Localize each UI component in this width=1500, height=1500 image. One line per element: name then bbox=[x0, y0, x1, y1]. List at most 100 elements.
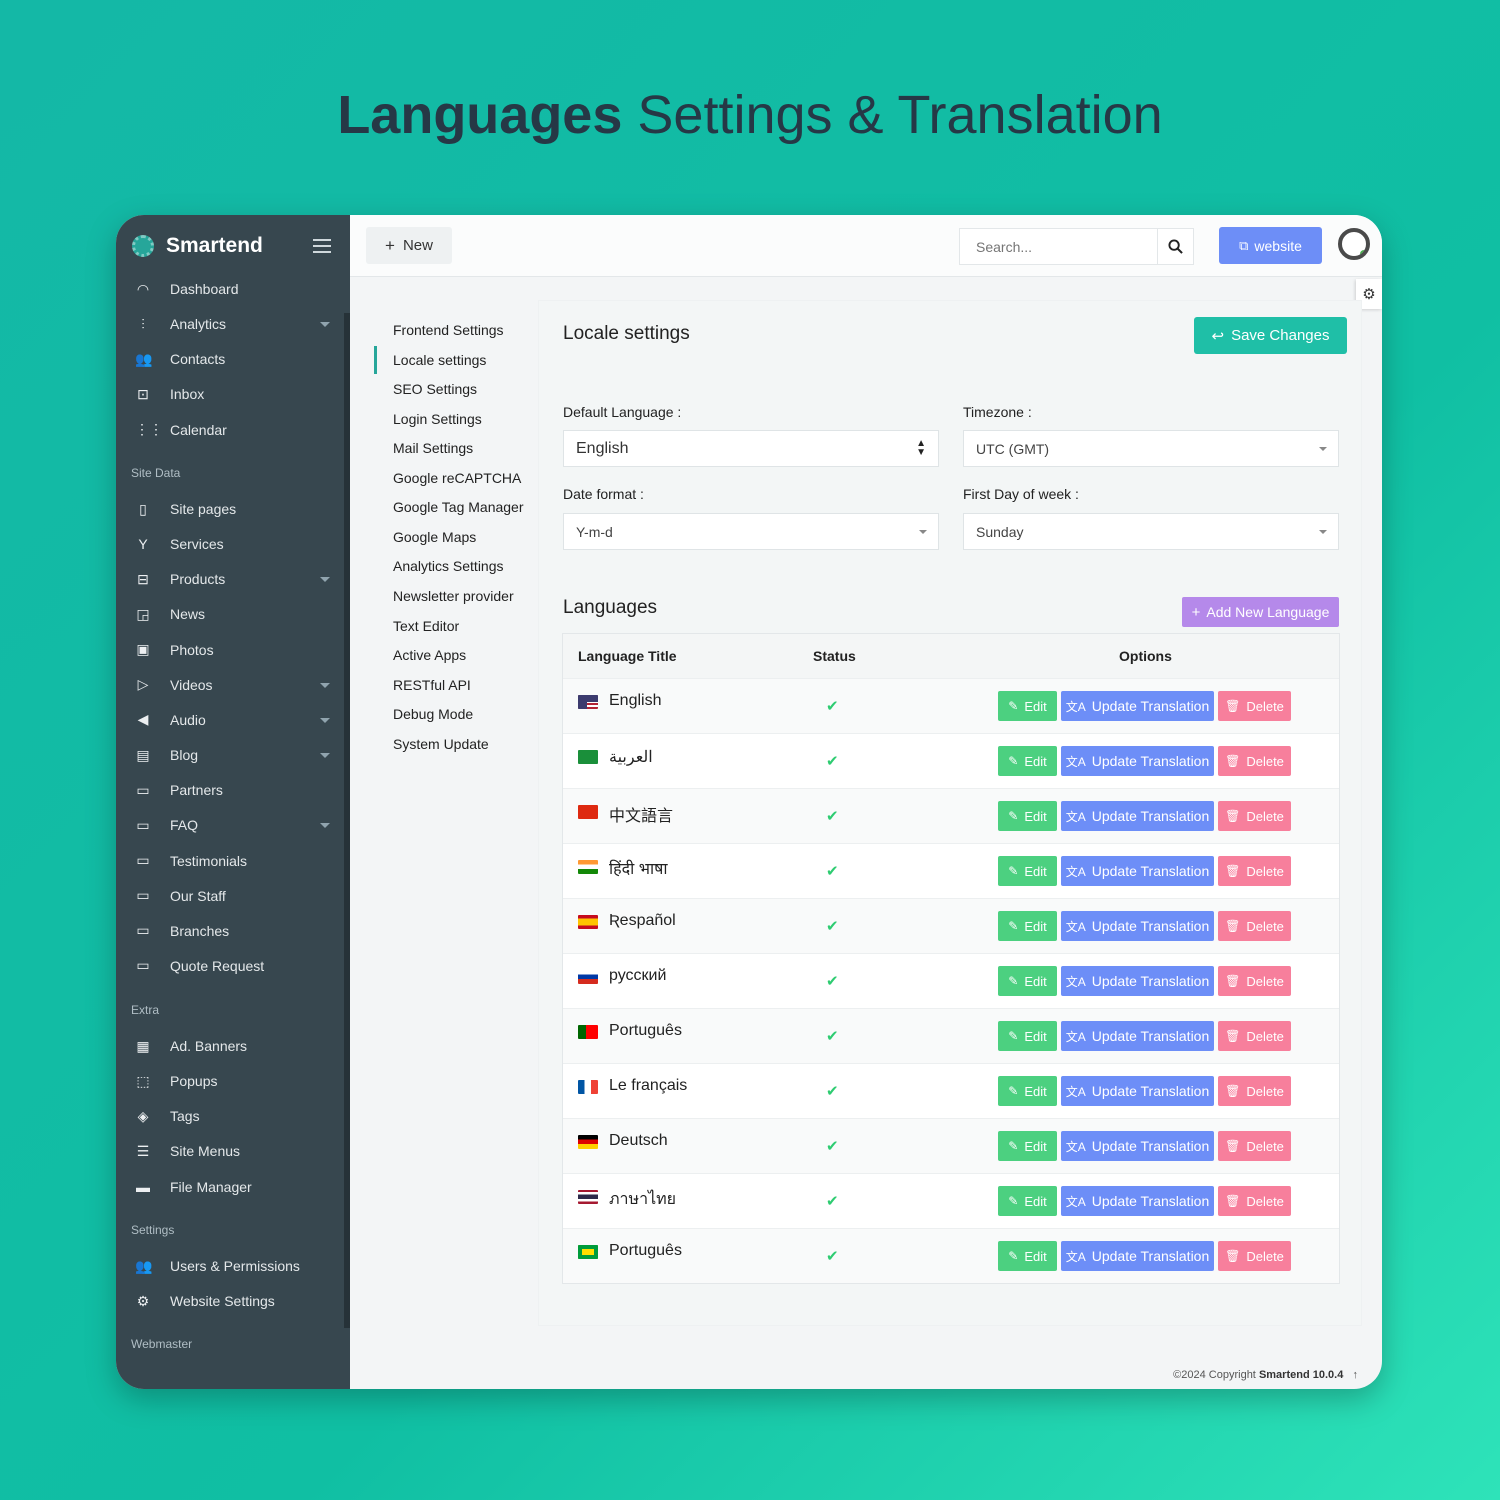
sidebar-item-our-staff[interactable]: ▭ Our Staff bbox=[116, 881, 344, 911]
settings-menu-active-apps[interactable]: Active Apps bbox=[374, 641, 539, 669]
translate-icon: 文A bbox=[1065, 919, 1086, 934]
delete-button[interactable]: 🗑 Delete bbox=[1218, 1131, 1291, 1161]
edit-button[interactable]: ✎ Edit bbox=[998, 856, 1057, 886]
flag-de-icon bbox=[578, 1135, 598, 1149]
sidebar-item-partners[interactable]: ▭ Partners bbox=[116, 775, 344, 805]
delete-button[interactable]: 🗑 Delete bbox=[1218, 1241, 1291, 1271]
timezone-select[interactable]: UTC (GMT) bbox=[963, 430, 1339, 467]
sidebar-item-users-permissions[interactable]: 👥 Users & Permissions bbox=[116, 1251, 344, 1281]
sidebar-item-calendar[interactable]: ⋮⋮ Calendar bbox=[116, 415, 344, 445]
sidebar-item-tags[interactable]: ◈ Tags bbox=[116, 1101, 344, 1131]
update-translation-button[interactable]: 文A Update Translation bbox=[1061, 1131, 1214, 1161]
delete-button[interactable]: 🗑 Delete bbox=[1218, 746, 1291, 776]
folder-icon: ▭ bbox=[136, 887, 150, 904]
new-button[interactable]: + New bbox=[366, 227, 452, 264]
settings-menu-newsletter-provider[interactable]: Newsletter provider bbox=[374, 582, 539, 610]
settings-menu-google-maps[interactable]: Google Maps bbox=[374, 523, 539, 551]
settings-menu-google-recaptcha[interactable]: Google reCAPTCHA bbox=[374, 464, 539, 492]
settings-menu-analytics-settings[interactable]: Analytics Settings bbox=[374, 552, 539, 580]
date-format-select[interactable]: Y-m-d bbox=[563, 513, 939, 550]
settings-menu-text-editor[interactable]: Text Editor bbox=[374, 612, 539, 640]
edit-button[interactable]: ✎ Edit bbox=[998, 1241, 1057, 1271]
settings-menu-seo-settings[interactable]: SEO Settings bbox=[374, 375, 539, 403]
avatar[interactable] bbox=[1338, 228, 1370, 260]
search-button[interactable] bbox=[1157, 229, 1193, 264]
update-translation-button[interactable]: 文A Update Translation bbox=[1061, 966, 1214, 996]
settings-menu-restful-api[interactable]: RESTful API bbox=[374, 671, 539, 699]
settings-menu-mail-settings[interactable]: Mail Settings bbox=[374, 434, 539, 462]
delete-button[interactable]: 🗑 Delete bbox=[1218, 856, 1291, 886]
edit-button[interactable]: ✎ Edit bbox=[998, 966, 1057, 996]
sidebar-item-website-settings[interactable]: ⚙ Website Settings bbox=[116, 1286, 344, 1316]
flag-us-icon bbox=[578, 695, 598, 709]
sidebar-item-dashboard[interactable]: ◠ Dashboard bbox=[116, 274, 344, 304]
edit-button[interactable]: ✎ Edit bbox=[998, 1131, 1057, 1161]
settings-menu-google-tag-manager[interactable]: Google Tag Manager bbox=[374, 493, 539, 521]
default-language-select[interactable]: English ▲ ▼ bbox=[563, 430, 939, 467]
delete-button[interactable]: 🗑 Delete bbox=[1218, 691, 1291, 721]
scroll-top-icon[interactable]: ↑ bbox=[1346, 1369, 1358, 1381]
add-language-button[interactable]: + Add New Language bbox=[1182, 597, 1339, 627]
sidebar-item-file-manager[interactable]: ▬ File Manager bbox=[116, 1172, 344, 1202]
sidebar-item-contacts[interactable]: 👥 Contacts bbox=[116, 344, 344, 374]
sidebar-item-videos[interactable]: ▷ Videos bbox=[116, 670, 344, 700]
sidebar-item-site-pages[interactable]: ▯ Site pages bbox=[116, 494, 344, 524]
sidebar-item-site-menus[interactable]: ☰ Site Menus bbox=[116, 1136, 344, 1166]
settings-menu-frontend-settings[interactable]: Frontend Settings bbox=[374, 316, 539, 344]
sidebar-item-inbox[interactable]: ⊡ Inbox bbox=[116, 379, 344, 409]
settings-menu-system-update[interactable]: System Update bbox=[374, 730, 539, 758]
delete-button[interactable]: 🗑 Delete bbox=[1218, 911, 1291, 941]
search-input[interactable] bbox=[960, 229, 1157, 264]
language-title: ภาษาไทย bbox=[609, 1191, 677, 1208]
sidebar-item-photos[interactable]: ▣ Photos bbox=[116, 635, 344, 665]
sidebar-item-analytics[interactable]: ⫶ Analytics bbox=[116, 309, 344, 339]
settings-menu-debug-mode[interactable]: Debug Mode bbox=[374, 700, 539, 728]
trash-icon: 🗑 bbox=[1225, 974, 1241, 988]
trash-icon: 🗑 bbox=[1225, 754, 1241, 768]
sidebar-item-ad-banners[interactable]: ▦ Ad. Banners bbox=[116, 1031, 344, 1061]
settings-menu-locale-settings[interactable]: Locale settings bbox=[374, 345, 539, 374]
hamburger-menu-icon[interactable] bbox=[313, 239, 331, 257]
sidebar-item-services[interactable]: Y Services bbox=[116, 529, 344, 559]
website-button[interactable]: ⧉ website bbox=[1219, 227, 1322, 264]
update-translation-button[interactable]: 文A Update Translation bbox=[1061, 1241, 1214, 1271]
update-translation-button[interactable]: 文A Update Translation bbox=[1061, 856, 1214, 886]
sidebar-item-audio[interactable]: ◀ Audio bbox=[116, 705, 344, 735]
save-changes-button[interactable]: ↩ Save Changes bbox=[1194, 317, 1347, 354]
sidebar-item-news[interactable]: ◲ News bbox=[116, 599, 344, 629]
edit-button[interactable]: ✎ Edit bbox=[998, 1186, 1057, 1216]
tags-icon: ◈ bbox=[137, 1107, 149, 1124]
update-translation-button[interactable]: 文A Update Translation bbox=[1061, 691, 1214, 721]
update-translation-button[interactable]: 文A Update Translation bbox=[1061, 801, 1214, 831]
edit-button[interactable]: ✎ Edit bbox=[998, 911, 1057, 941]
delete-button[interactable]: 🗑 Delete bbox=[1218, 1021, 1291, 1051]
sidebar-item-blog[interactable]: ▤ Blog bbox=[116, 740, 344, 770]
sidebar-section-label: Settings bbox=[131, 1223, 175, 1237]
update-translation-button[interactable]: 文A Update Translation bbox=[1061, 1021, 1214, 1051]
sidebar-item-testimonials[interactable]: ▭ Testimonials bbox=[116, 846, 344, 876]
sidebar-item-branches[interactable]: ▭ Branches bbox=[116, 916, 344, 946]
update-translation-button[interactable]: 文A Update Translation bbox=[1061, 1186, 1214, 1216]
timezone-label: Timezone : bbox=[963, 404, 1032, 420]
update-translation-button[interactable]: 文A Update Translation bbox=[1061, 1076, 1214, 1106]
edit-button[interactable]: ✎ Edit bbox=[998, 801, 1057, 831]
edit-button[interactable]: ✎ Edit bbox=[998, 691, 1057, 721]
first-day-select[interactable]: Sunday bbox=[963, 513, 1339, 550]
sidebar-item-label: News bbox=[170, 606, 206, 623]
edit-button[interactable]: ✎ Edit bbox=[998, 1021, 1057, 1051]
settings-menu-login-settings[interactable]: Login Settings bbox=[374, 405, 539, 433]
update-translation-button[interactable]: 文A Update Translation bbox=[1061, 911, 1214, 941]
update-translation-button[interactable]: 文A Update Translation bbox=[1061, 746, 1214, 776]
sidebar-item-products[interactable]: ⊟ Products bbox=[116, 564, 344, 594]
sidebar-item-faq[interactable]: ▭ FAQ bbox=[116, 810, 344, 840]
delete-button[interactable]: 🗑 Delete bbox=[1218, 1076, 1291, 1106]
translate-icon: 文A bbox=[1065, 1194, 1086, 1209]
brand[interactable]: Smartend bbox=[132, 233, 263, 259]
edit-button[interactable]: ✎ Edit bbox=[998, 1076, 1057, 1106]
delete-button[interactable]: 🗑 Delete bbox=[1218, 801, 1291, 831]
delete-button[interactable]: 🗑 Delete bbox=[1218, 966, 1291, 996]
edit-button[interactable]: ✎ Edit bbox=[998, 746, 1057, 776]
delete-button[interactable]: 🗑 Delete bbox=[1218, 1186, 1291, 1216]
sidebar-item-popups[interactable]: ⬚ Popups bbox=[116, 1066, 344, 1096]
sidebar-item-quote-request[interactable]: ▭ Quote Request bbox=[116, 951, 344, 981]
